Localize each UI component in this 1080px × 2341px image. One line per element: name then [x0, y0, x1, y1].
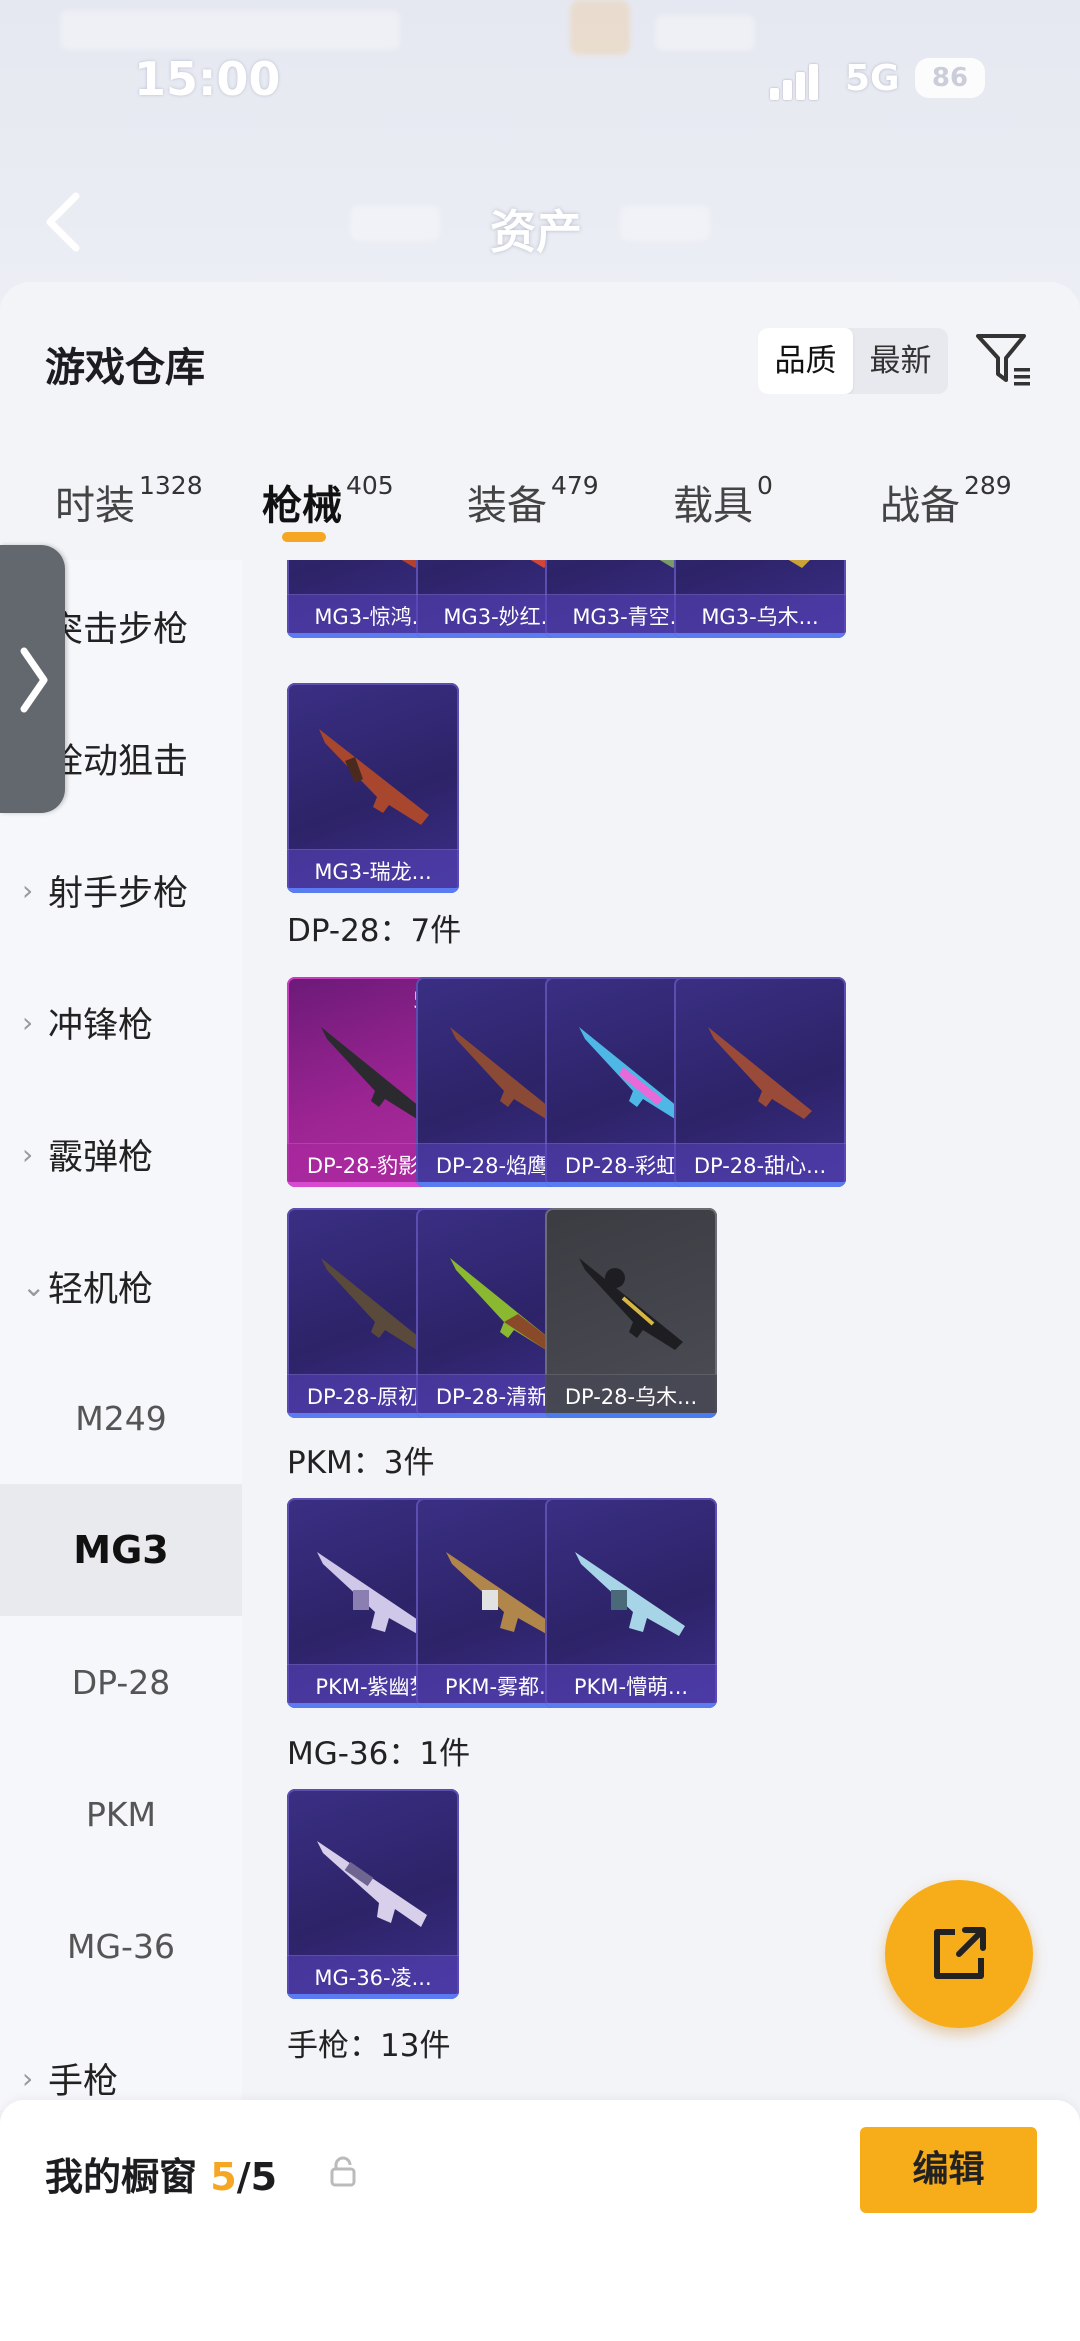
share-icon [934, 1927, 986, 1979]
sidebar-subitem-m249[interactable]: M249 [0, 1352, 242, 1484]
sidebar-item-marksman-rifle[interactable]: › 射手步枪 [0, 824, 242, 956]
tab-count: 0 [757, 471, 773, 500]
blurred-avatar [570, 0, 630, 55]
filter-icon [976, 334, 1030, 386]
tab-vehicles[interactable]: 载具 0 [673, 471, 773, 531]
tab-supplies[interactable]: 战备 289 [880, 471, 1012, 531]
sidebar-item-label: 突击步枪 [48, 609, 189, 650]
tab-label: 装备 [467, 483, 547, 529]
mg36-weapon-icon [317, 1841, 427, 1927]
sidebar-subitem-mg36[interactable]: MG-36 [0, 1880, 242, 2012]
dp28-weapon-icon [579, 1258, 683, 1350]
blurred-tab-left [350, 205, 440, 241]
weapon-card-name: MG-36-凌... [287, 1955, 459, 1999]
sidebar-item-lmg[interactable]: ⌄ 轻机枪 [0, 1220, 242, 1352]
back-button[interactable] [40, 190, 100, 260]
sidebar-item-label: 轻机枪 [48, 1269, 154, 1310]
active-tab-indicator [282, 532, 326, 542]
blurred-label [655, 15, 755, 51]
showcase-count-current: 5 [210, 2155, 237, 2199]
section-heading-dp28: DP-28：7件 [287, 913, 462, 949]
weapon-card-name: DP-28-甜心... [674, 1143, 846, 1187]
tab-count: 405 [346, 471, 394, 500]
weapon-card-name: PKM-懵萌... [545, 1664, 717, 1708]
weapon-card[interactable]: PKM-懵萌... [545, 1498, 717, 1708]
filter-button[interactable] [972, 328, 1034, 390]
section-heading-pistol: 手枪：13件 [287, 2028, 451, 2064]
tab-label: 战备 [880, 483, 960, 529]
mg3-weapon-icon [788, 560, 810, 568]
top-header: 15:00 5G 86 资产 [0, 0, 1080, 300]
sidebar-subitem-mg3[interactable]: MG3 [0, 1484, 242, 1616]
category-tabs: 时装 1328 枪械 405 装备 479 载具 0 战备 289 [0, 455, 1080, 560]
sidebar-item-label: 冲锋枪 [48, 1005, 154, 1046]
section-heading-mg36: MG-36：1件 [287, 1736, 471, 1772]
mg3-weapon-icon [319, 729, 429, 825]
sidebar-item-label: 射手步枪 [48, 873, 189, 914]
chevron-left-icon [46, 192, 80, 252]
tab-label: 枪械 [262, 483, 342, 529]
sidebar-item-smg[interactable]: › 冲锋枪 [0, 956, 242, 1088]
tab-equipment[interactable]: 装备 479 [467, 471, 599, 531]
sort-newest-button[interactable]: 最新 [853, 328, 948, 394]
network-type: 5G [845, 58, 900, 99]
lock-icon [328, 2155, 358, 2189]
tab-count: 289 [964, 471, 1012, 500]
tab-fashion[interactable]: 时装 1328 [55, 471, 203, 531]
tab-firearms[interactable]: 枪械 405 [262, 471, 394, 531]
blurred-tab-right [620, 205, 710, 241]
sort-toggle: 品质 最新 [758, 328, 948, 394]
tab-count: 1328 [139, 471, 203, 500]
battery-icon: 86 [915, 58, 985, 98]
signal-icon [770, 60, 820, 100]
chevron-right-icon: › [22, 1005, 34, 1039]
weapon-card[interactable]: MG3-瑞龙... [287, 683, 459, 893]
chevron-right-icon: › [22, 873, 34, 907]
chevron-right-icon [20, 647, 48, 713]
tab-count: 479 [551, 471, 599, 500]
chevron-down-icon: ⌄ [22, 1269, 46, 1303]
tab-label: 载具 [673, 483, 753, 529]
panel-title: 游戏仓库 [45, 345, 205, 391]
showcase-count-total: /5 [236, 2155, 278, 2199]
showcase-label: 我的橱窗 [45, 2155, 198, 2199]
dp28-weapon-icon [708, 1027, 812, 1119]
tab-label: 时装 [55, 483, 135, 529]
sidebar-subitem-dp28[interactable]: DP-28 [0, 1616, 242, 1748]
sidebar-item-label: 手枪 [48, 2061, 119, 2102]
showcase-title: 我的橱窗 5/5 [45, 2146, 277, 2201]
section-heading-pkm: PKM：3件 [287, 1445, 435, 1481]
weapon-card-name: MG3-瑞龙... [287, 849, 459, 893]
blurred-notification [60, 10, 400, 50]
chevron-right-icon: › [22, 1137, 34, 1171]
weapon-card[interactable]: DP-28-甜心... [674, 977, 846, 1187]
sidebar-subitem-pkm[interactable]: PKM [0, 1748, 242, 1880]
sort-quality-button[interactable]: 品质 [758, 328, 853, 394]
edit-button[interactable]: 编辑 [860, 2127, 1037, 2213]
chevron-right-icon: › [22, 2061, 34, 2095]
weapon-card[interactable]: MG-36-凌... [287, 1789, 459, 1999]
weapon-card[interactable]: MG3-乌木... [674, 560, 846, 638]
page-title: 资产 [490, 205, 582, 259]
sidebar-item-label: 霰弹枪 [48, 1137, 154, 1178]
sidebar-item-label: 栓动狙击 [48, 741, 189, 782]
pkm-weapon-icon [575, 1552, 685, 1636]
weapon-card[interactable]: DP-28-乌木... [545, 1208, 717, 1418]
weapon-grid: MG3-惊鸿... MG3-妙红... MG3-青空... MG3-乌木... … [242, 560, 1080, 2100]
share-button[interactable] [885, 1880, 1033, 2028]
weapon-card-name: MG3-乌木... [674, 594, 846, 638]
sidebar-item-shotgun[interactable]: › 霰弹枪 [0, 1088, 242, 1220]
battery-level: 86 [931, 63, 969, 93]
status-time: 15:00 [134, 52, 281, 106]
sidebar-expand-handle[interactable] [0, 545, 65, 813]
weapon-card-name: DP-28-乌木... [545, 1374, 717, 1418]
